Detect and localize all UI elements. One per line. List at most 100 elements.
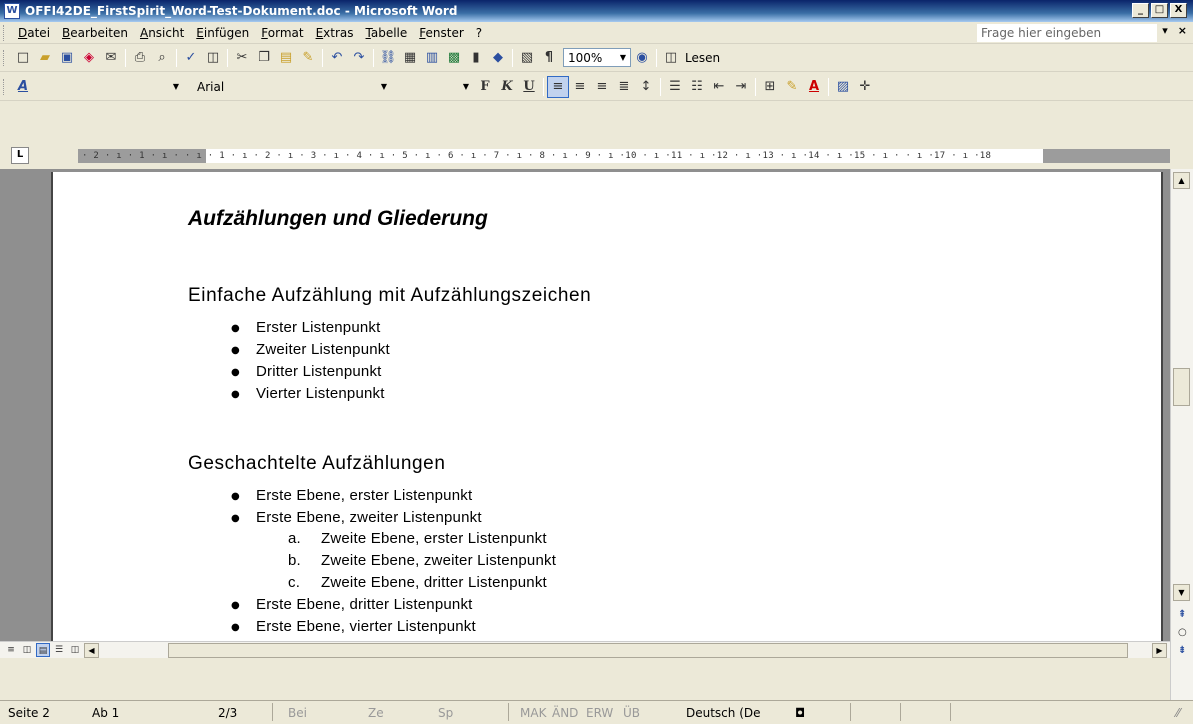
previous-page-icon[interactable]: ⇞ (1178, 609, 1186, 620)
insert-table-icon[interactable]: ▥ (421, 47, 443, 69)
cut-icon[interactable]: ✂ (231, 47, 253, 69)
outline-view-icon[interactable]: ☰ (52, 643, 66, 657)
numbering-icon[interactable]: ☰ (664, 76, 686, 98)
drawing-canvas-icon[interactable]: ✛ (854, 76, 876, 98)
browse-object-icon[interactable]: ○ (1178, 627, 1187, 638)
hyperlink-icon[interactable]: ⛓ (377, 47, 399, 69)
reading-layout-icon[interactable]: ◫ (68, 643, 82, 657)
show-hide-icon[interactable]: ¶ (538, 47, 560, 69)
help-icon[interactable]: ◉ (631, 47, 653, 69)
permission-icon[interactable]: ◈ (78, 47, 100, 69)
read-layout-icon[interactable]: ◫ (660, 47, 682, 69)
status-track-changes[interactable]: ÄND (552, 706, 578, 720)
picture-icon[interactable]: ▨ (832, 76, 854, 98)
spelling-status-icon[interactable]: ◘ (795, 706, 805, 720)
align-center-icon[interactable]: ≡ (569, 76, 591, 98)
toolbar-grip[interactable] (3, 49, 6, 66)
paste-icon[interactable]: ▤ (275, 47, 297, 69)
horizontal-scrollbar[interactable]: ≡ ◫ ▤ ☰ ◫ ◀ ▶ (0, 641, 1170, 658)
vertical-scroll-thumb[interactable] (1173, 368, 1190, 406)
ruler-strip[interactable]: · 2 · ı · 1 · ı · · ı · 1 · ı · 2 · ı · … (78, 149, 1170, 163)
scroll-down-button[interactable]: ▼ (1173, 584, 1190, 601)
menu-fenster[interactable]: Fenster (413, 26, 470, 40)
drawing-icon[interactable]: ◆ (487, 47, 509, 69)
copy-icon[interactable]: ❐ (253, 47, 275, 69)
toolbar-grip[interactable] (3, 78, 6, 95)
menu-format[interactable]: Format (255, 26, 309, 40)
scroll-right-button[interactable]: ▶ (1152, 643, 1167, 658)
underline-button[interactable]: U (518, 76, 540, 98)
borders-icon[interactable]: ⊞ (759, 76, 781, 98)
new-document-icon[interactable]: □ (12, 47, 34, 69)
menu-extras[interactable]: Extras (310, 26, 360, 40)
print-layout-icon[interactable]: ▤ (36, 643, 50, 657)
zoom-combo[interactable]: 100% ▼ (563, 48, 631, 67)
menu-ansicht[interactable]: Ansicht (134, 26, 190, 40)
open-folder-icon[interactable]: ▰ (34, 47, 56, 69)
formatting-toolbar: A ▼ Arial ▼ ▼ F K U ≡ ≡ ≡ ≣ ↕ ☰ ☷ ⇤ ⇥ ⊞ … (0, 73, 1193, 101)
menu-datei[interactable]: Datei (12, 26, 56, 40)
align-left-icon[interactable]: ≡ (547, 75, 569, 98)
chevron-down-icon[interactable]: ▼ (616, 49, 630, 66)
ask-dropdown-icon[interactable]: ▾ (1162, 24, 1168, 37)
document-map-icon[interactable]: ▧ (516, 47, 538, 69)
highlight-icon[interactable]: ✎ (781, 76, 803, 98)
web-layout-icon[interactable]: ◫ (20, 643, 34, 657)
chevron-down-icon[interactable]: ▼ (169, 78, 183, 95)
document-page[interactable]: Aufzählungen und Gliederung Einfache Auf… (51, 172, 1163, 641)
word-app-icon[interactable]: W (4, 3, 20, 19)
print-preview-icon[interactable]: ⌕ (151, 47, 173, 69)
tab-selector[interactable]: L (11, 147, 29, 164)
ask-question-box[interactable]: Frage hier eingeben (977, 24, 1157, 42)
justify-icon[interactable]: ≣ (613, 76, 635, 98)
insert-excel-icon[interactable]: ▩ (443, 47, 465, 69)
close-button[interactable]: X (1170, 3, 1187, 18)
chevron-down-icon[interactable]: ▼ (377, 78, 391, 95)
increase-indent-icon[interactable]: ⇥ (730, 76, 752, 98)
style-combo[interactable]: ▼ (34, 77, 184, 96)
close-document-icon[interactable]: × (1178, 24, 1187, 37)
styles-icon[interactable]: A (12, 76, 34, 98)
line-spacing-icon[interactable]: ↕ (635, 76, 657, 98)
decrease-indent-icon[interactable]: ⇤ (708, 76, 730, 98)
next-page-icon[interactable]: ⇟ (1178, 645, 1186, 656)
status-extend[interactable]: ERW (586, 706, 613, 720)
columns-icon[interactable]: ▮ (465, 47, 487, 69)
font-size-combo[interactable]: ▼ (394, 77, 474, 96)
spelling-icon[interactable]: ✓ (180, 47, 202, 69)
status-overtype[interactable]: ÜB (623, 706, 640, 720)
format-painter-icon[interactable]: ✎ (297, 47, 319, 69)
font-color-icon[interactable]: A (803, 76, 825, 98)
horizontal-scroll-thumb[interactable] (168, 643, 1128, 658)
align-right-icon[interactable]: ≡ (591, 76, 613, 98)
research-icon[interactable]: ◫ (202, 47, 224, 69)
menu-help[interactable]: ? (470, 26, 488, 40)
menu-grip[interactable] (3, 24, 6, 41)
status-page: Seite 2 (8, 706, 50, 720)
document-area[interactable]: Aufzählungen und Gliederung Einfache Auf… (0, 169, 1170, 641)
italic-button[interactable]: K (496, 76, 518, 98)
maximize-button[interactable]: □ (1151, 3, 1168, 18)
read-button[interactable]: Lesen (682, 51, 723, 65)
font-combo[interactable]: Arial ▼ (192, 77, 392, 96)
bold-button[interactable]: F (474, 76, 496, 98)
horizontal-ruler[interactable]: L · 2 · ı · 1 · ı · · ı · 1 · ı · 2 · ı … (0, 143, 1193, 169)
scroll-up-button[interactable]: ▲ (1173, 172, 1190, 189)
menu-einfuegen[interactable]: Einfügen (190, 26, 255, 40)
scroll-left-button[interactable]: ◀ (84, 643, 99, 658)
menu-bearbeiten[interactable]: Bearbeiten (56, 26, 134, 40)
save-icon[interactable]: ▣ (56, 47, 78, 69)
minimize-button[interactable]: _ (1132, 3, 1149, 18)
email-icon[interactable]: ✉ (100, 47, 122, 69)
bullets-icon[interactable]: ☷ (686, 76, 708, 98)
chevron-down-icon[interactable]: ▼ (459, 78, 473, 95)
redo-icon[interactable]: ↷ (348, 47, 370, 69)
undo-icon[interactable]: ↶ (326, 47, 348, 69)
resize-grip-icon[interactable]: ⁄⁄ (1176, 706, 1180, 720)
print-icon[interactable]: ⎙ (129, 47, 151, 69)
normal-view-icon[interactable]: ≡ (4, 643, 18, 657)
menu-tabelle[interactable]: Tabelle (360, 26, 414, 40)
vertical-scrollbar[interactable]: ▲ ▼ ⇞ ○ ⇟ (1170, 169, 1193, 701)
tables-borders-icon[interactable]: ▦ (399, 47, 421, 69)
status-macro-record[interactable]: MAK (520, 706, 546, 720)
